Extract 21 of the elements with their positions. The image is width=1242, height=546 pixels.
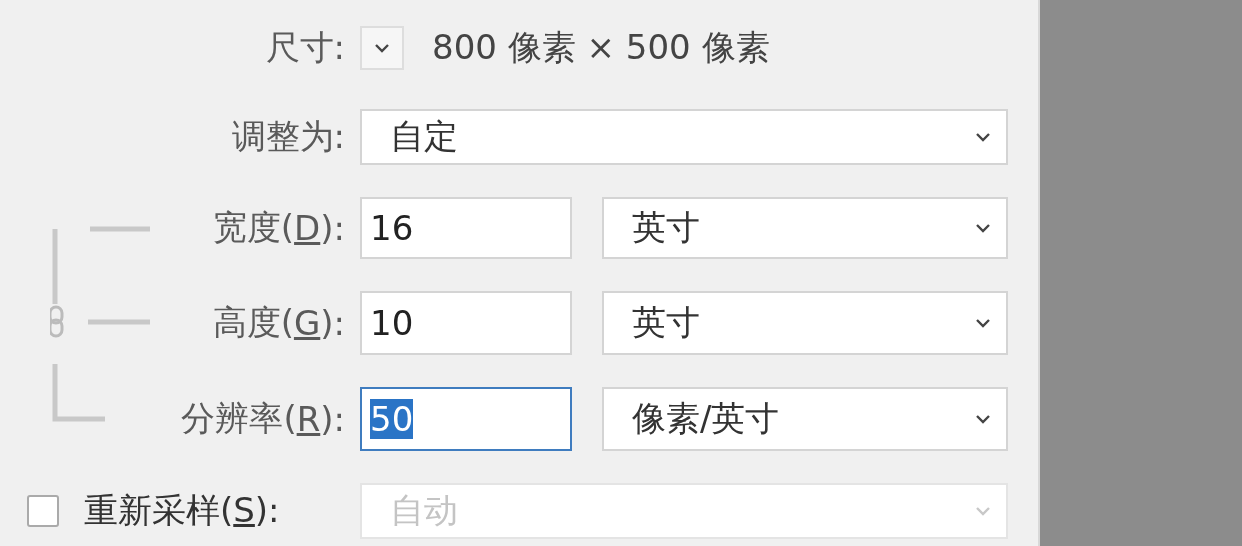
- field-label: 宽度(D):: [211, 206, 345, 250]
- chevron-down-icon: [974, 222, 992, 234]
- chevron-down-icon: [974, 131, 992, 143]
- chevron-down-icon: [974, 413, 992, 425]
- unit-select[interactable]: 像素/英寸: [602, 387, 1008, 451]
- field-label: 分辨率(R):: [180, 397, 345, 441]
- fit-to-select[interactable]: 自定: [360, 109, 1008, 165]
- number-input[interactable]: 50: [360, 387, 572, 451]
- field-label: 尺寸:: [264, 26, 345, 69]
- dimensions-value: 800 像素 × 500 像素: [432, 26, 770, 69]
- unit-select[interactable]: 英寸: [602, 291, 1008, 355]
- chevron-down-icon: [373, 42, 391, 54]
- dimensions-dropdown[interactable]: [360, 26, 404, 70]
- number-input[interactable]: 16: [360, 197, 572, 259]
- chevron-down-icon: [974, 317, 992, 329]
- checkbox-label: 重新采样(S):: [84, 489, 280, 532]
- unit-select[interactable]: 英寸: [602, 197, 1008, 259]
- field-label: 调整为:: [230, 115, 345, 158]
- field-label: 高度(G):: [211, 301, 345, 345]
- number-input[interactable]: 10: [360, 291, 572, 355]
- chevron-down-icon: [974, 505, 992, 517]
